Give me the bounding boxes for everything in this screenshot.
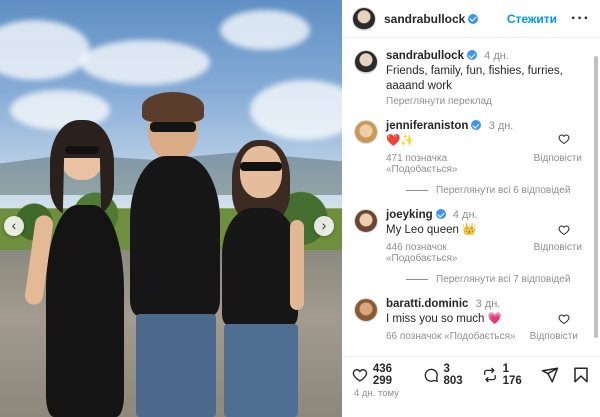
- caption-text: Friends, family, fun, fishies, furries, …: [386, 65, 563, 92]
- view-replies-label[interactable]: Переглянути всі 6 відповідей: [436, 185, 570, 196]
- commenter-avatar[interactable]: [354, 120, 378, 144]
- comment-time: 3 дн.: [475, 298, 501, 310]
- comment-item: joeyking 4 дн. My Leo queen 👑 446 познач…: [342, 198, 592, 264]
- view-replies-link[interactable]: Переглянути всі 6 відповідей: [342, 175, 592, 198]
- comment-text: My Leo queen 👑: [386, 224, 477, 236]
- verified-badge-icon: [466, 50, 477, 60]
- heart-icon[interactable]: [352, 366, 368, 384]
- reply-button[interactable]: Відповісти: [534, 153, 582, 175]
- view-replies-label[interactable]: Переглянути всі 7 відповідей: [436, 274, 570, 285]
- comment-likes-count[interactable]: 471 позначка «Подобається»: [386, 153, 520, 175]
- commenter-username[interactable]: jenniferaniston: [386, 120, 468, 132]
- post-detail-panel: sandrabullock Стежити ··· sandrabullock …: [342, 0, 600, 417]
- save-action[interactable]: [572, 366, 590, 384]
- comment-action[interactable]: 3 803: [423, 363, 469, 387]
- bookmark-icon[interactable]: [572, 366, 590, 384]
- author-avatar[interactable]: [354, 50, 378, 74]
- comment-text: I miss you so much 💗: [386, 313, 502, 325]
- comment-time: 4 дн.: [452, 209, 478, 221]
- post-photo[interactable]: ‹ ›: [0, 0, 342, 417]
- reply-button[interactable]: Відповісти: [530, 331, 578, 342]
- reposts-count[interactable]: 1 176: [503, 363, 528, 387]
- share-action[interactable]: [541, 366, 559, 384]
- commenter-username[interactable]: joeyking: [386, 209, 433, 221]
- like-action[interactable]: 436 299: [352, 363, 410, 387]
- commenter-avatar[interactable]: [354, 209, 378, 233]
- cloud: [250, 80, 342, 140]
- comments-count[interactable]: 3 803: [443, 363, 468, 387]
- comment-item: baratti.dominic 3 дн. I miss you so much…: [342, 287, 592, 342]
- verified-badge-icon: [468, 13, 479, 24]
- cloud: [220, 10, 310, 50]
- caption-time: 4 дн.: [484, 50, 509, 62]
- follow-button[interactable]: Стежити: [507, 12, 557, 26]
- view-replies-link[interactable]: Переглянути всі 7 відповідей: [342, 264, 592, 287]
- verified-badge-icon: [435, 209, 446, 219]
- repost-icon[interactable]: [482, 366, 498, 384]
- comments-scrollbar[interactable]: [594, 56, 598, 338]
- repost-action[interactable]: 1 176: [482, 363, 528, 387]
- verified-badge-icon: [471, 120, 482, 130]
- likes-count[interactable]: 436 299: [373, 363, 410, 387]
- see-translation-link[interactable]: Переглянути переклад: [386, 96, 582, 107]
- comment-likes-count[interactable]: 66 позначок «Подобається»: [386, 331, 516, 342]
- comment-like-icon[interactable]: [558, 133, 570, 145]
- person-right: [210, 140, 310, 417]
- comment-likes-count[interactable]: 446 позначок «Подобається»: [386, 242, 520, 264]
- cloud: [0, 20, 90, 80]
- author-avatar[interactable]: [352, 6, 376, 31]
- caption: sandrabullock 4 дн. Friends, family, fun…: [342, 42, 592, 107]
- prev-photo-button[interactable]: ‹: [4, 216, 24, 236]
- post-date: 4 дн. тому: [354, 388, 399, 399]
- more-horizontal-icon[interactable]: ···: [571, 10, 590, 28]
- post-header: sandrabullock Стежити ···: [342, 0, 600, 38]
- cloud: [80, 40, 210, 85]
- next-photo-button[interactable]: ›: [314, 216, 334, 236]
- author-username[interactable]: sandrabullock: [386, 50, 464, 62]
- comment-like-icon[interactable]: [558, 313, 570, 325]
- comment-icon[interactable]: [423, 366, 439, 384]
- reply-button[interactable]: Відповісти: [534, 242, 582, 264]
- comments-list[interactable]: sandrabullock 4 дн. Friends, family, fun…: [342, 42, 592, 355]
- comment-like-icon[interactable]: [558, 224, 570, 236]
- comment-time: 3 дн.: [488, 120, 514, 132]
- author-username[interactable]: sandrabullock: [384, 12, 465, 26]
- action-bar: 436 299 3 803 1 176: [342, 356, 600, 392]
- share-icon[interactable]: [541, 366, 559, 384]
- comment-item: jenniferaniston 3 дн. ❤️✨ 471 позначка «…: [342, 107, 592, 175]
- commenter-username[interactable]: baratti.dominic: [386, 298, 468, 310]
- comment-text: ❤️✨: [386, 135, 415, 147]
- commenter-avatar[interactable]: [354, 298, 378, 322]
